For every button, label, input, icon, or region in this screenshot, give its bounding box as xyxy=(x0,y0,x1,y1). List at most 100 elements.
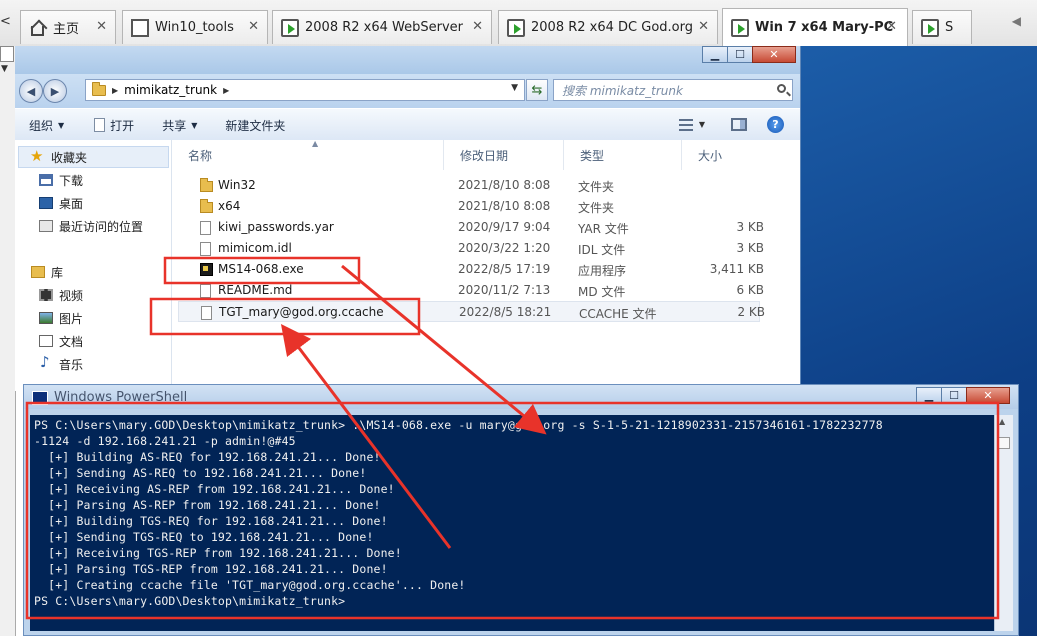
console-scrollbar[interactable]: ▲ xyxy=(994,415,1013,631)
close-icon[interactable]: ✕ xyxy=(886,19,897,34)
tab-win10-tools[interactable]: Win10_tools ✕ xyxy=(122,10,268,44)
tab-partial[interactable]: S xyxy=(912,10,972,44)
tab-bar-back-icon[interactable]: < xyxy=(0,14,11,29)
console-line: [+] Building AS-REQ for 192.168.241.21..… xyxy=(34,450,381,464)
organize-label: 组织 xyxy=(29,118,54,133)
tab-2008-webserver[interactable]: 2008 R2 x64 WebServer ✕ xyxy=(272,10,492,44)
minimize-button[interactable]: ▁ xyxy=(916,387,942,404)
minimize-button[interactable]: ▁ xyxy=(702,46,728,63)
file-type: YAR 文件 xyxy=(578,222,629,236)
column-header-type[interactable]: 类型 xyxy=(564,140,682,170)
address-path[interactable]: mimikatz_trunk xyxy=(124,83,217,97)
chevron-down-icon[interactable]: ▼ xyxy=(699,120,705,129)
file-name: MS14-068.exe xyxy=(218,262,304,276)
file-size: 3,411 KB xyxy=(709,262,764,276)
explorer-body: 收藏夹 下载 桌面 最近访问的位置 库 视频 xyxy=(15,139,800,391)
file-size: 6 KB xyxy=(736,283,764,297)
console-line: [+] Receiving AS-REP from 192.168.241.21… xyxy=(34,482,395,496)
nav-favorites[interactable]: 收藏夹 xyxy=(30,147,88,166)
view-options-icon[interactable] xyxy=(678,118,693,131)
nav-downloads[interactable]: 下载 xyxy=(39,171,83,189)
new-folder-button[interactable]: 新建文件夹 xyxy=(225,117,285,134)
address-bar[interactable]: ▶ mimikatz_trunk ▶ ▼ xyxy=(85,79,525,101)
new-folder-label: 新建文件夹 xyxy=(225,118,286,133)
nav-desktop[interactable]: 桌面 xyxy=(39,194,83,212)
chevron-down-icon: ▼ xyxy=(58,120,65,130)
file-row[interactable]: mimicom.idl 2020/3/22 1:20 IDL 文件 3 KB xyxy=(178,238,764,259)
maximize-button[interactable]: ☐ xyxy=(727,46,753,63)
chevron-right-icon[interactable]: ▶ xyxy=(223,86,229,95)
explorer-title-bar[interactable]: ▁ ☐ ✕ xyxy=(15,46,800,74)
close-icon[interactable]: ✕ xyxy=(248,19,259,34)
tab-win7-mary-pc[interactable]: Win 7 x64 Mary-PC ✕ xyxy=(722,8,908,46)
file-type: 文件夹 xyxy=(578,180,615,194)
tab-scroll-left-icon[interactable]: ◀ xyxy=(1012,14,1021,28)
nav-label: 收藏夹 xyxy=(51,150,88,165)
chevron-down-icon[interactable]: ▼ xyxy=(1,64,8,74)
preview-pane-icon[interactable] xyxy=(731,118,747,131)
open-button[interactable]: 打开 xyxy=(94,117,134,134)
file-size: 3 KB xyxy=(736,241,764,255)
share-label: 共享 xyxy=(162,118,187,133)
file-row-selected[interactable]: TGT_mary@god.org.ccache 2022/8/5 18:21 C… xyxy=(178,301,765,322)
explorer-address-row: ◀ ▶ ▶ mimikatz_trunk ▶ ▼ ⇆ 搜索 mimikatz_t… xyxy=(15,74,800,108)
nav-recent-places[interactable]: 最近访问的位置 xyxy=(39,217,143,235)
column-header-size[interactable]: 大小 xyxy=(682,140,762,170)
documents-icon xyxy=(39,335,53,347)
search-input[interactable]: 搜索 mimikatz_trunk xyxy=(553,79,793,101)
nav-libraries[interactable]: 库 xyxy=(31,263,63,281)
column-header-name[interactable]: 名称 ▲ xyxy=(172,139,444,170)
back-button[interactable]: ◀ xyxy=(19,79,43,103)
share-button[interactable]: 共享 ▼ xyxy=(162,117,197,134)
nav-videos[interactable]: 视频 xyxy=(39,286,83,304)
tab-2008-dc[interactable]: 2008 R2 x64 DC God.org ✕ xyxy=(498,10,718,44)
pictures-icon xyxy=(39,312,53,324)
file-row[interactable]: MS14-068.exe 2022/8/5 17:19 应用程序 3,411 K… xyxy=(178,259,764,280)
console-line: [+] Parsing AS-REP from 192.168.241.21..… xyxy=(34,498,381,512)
nav-documents[interactable]: 文档 xyxy=(39,332,83,350)
file-name: Win32 xyxy=(218,178,256,192)
console-output[interactable]: PS C:\Users\mary.GOD\Desktop\mimikatz_tr… xyxy=(30,415,994,631)
close-icon[interactable]: ✕ xyxy=(96,19,107,34)
host-input-stub[interactable] xyxy=(0,46,14,62)
chevron-down-icon[interactable]: ▼ xyxy=(511,83,518,93)
console-line: -1124 -d 192.168.241.21 -p admin!@#45 xyxy=(34,434,296,448)
maximize-button[interactable]: ☐ xyxy=(941,387,967,404)
refresh-button[interactable]: ⇆ xyxy=(526,79,548,101)
file-row[interactable]: kiwi_passwords.yar 2020/9/17 9:04 YAR 文件… xyxy=(178,217,764,238)
organize-button[interactable]: 组织 ▼ xyxy=(29,117,64,134)
nav-pictures[interactable]: 图片 xyxy=(39,309,83,327)
file-row[interactable]: README.md 2020/11/2 7:13 MD 文件 6 KB xyxy=(178,280,764,301)
vm-icon xyxy=(281,18,299,37)
column-label: 大小 xyxy=(698,148,723,163)
close-button[interactable]: ✕ xyxy=(752,46,796,63)
nav-label: 库 xyxy=(51,265,64,280)
nav-label: 图片 xyxy=(59,311,84,326)
column-label: 修改日期 xyxy=(460,148,509,163)
file-list: 名称 ▲ 修改日期 类型 大小 Win32 2021/8/10 8:08 文件夹 xyxy=(172,139,800,391)
console-line: [+] Sending TGS-REQ to 192.168.241.21...… xyxy=(34,530,374,544)
search-icon[interactable] xyxy=(777,84,786,93)
file-row[interactable]: x64 2021/8/10 8:08 文件夹 xyxy=(178,196,760,217)
chevron-right-icon[interactable]: ▶ xyxy=(112,86,118,95)
file-size: 3 KB xyxy=(736,220,764,234)
star-icon xyxy=(30,147,45,165)
close-icon[interactable]: ✕ xyxy=(472,19,483,34)
help-icon[interactable]: ? xyxy=(767,116,784,133)
forward-button[interactable]: ▶ xyxy=(43,79,67,103)
chevron-down-icon: ▼ xyxy=(191,120,198,130)
scroll-thumb[interactable] xyxy=(997,437,1010,449)
file-type: 应用程序 xyxy=(578,264,627,278)
file-name: x64 xyxy=(218,199,241,213)
powershell-title-bar[interactable]: Windows PowerShell ▁ ☐ ✕ xyxy=(24,385,1018,409)
folder-icon xyxy=(92,81,106,96)
file-date: 2022/8/5 17:19 xyxy=(458,262,551,276)
close-button[interactable]: ✕ xyxy=(966,387,1010,404)
scroll-up-icon[interactable]: ▲ xyxy=(999,417,1005,426)
tab-home[interactable]: 主页 ✕ xyxy=(20,10,116,44)
column-header-date[interactable]: 修改日期 xyxy=(444,140,564,170)
nav-music[interactable]: 音乐 xyxy=(39,353,83,373)
tab-label: Win 7 x64 Mary-PC xyxy=(755,20,894,35)
file-row[interactable]: Win32 2021/8/10 8:08 文件夹 xyxy=(178,175,760,196)
close-icon[interactable]: ✕ xyxy=(698,19,709,34)
